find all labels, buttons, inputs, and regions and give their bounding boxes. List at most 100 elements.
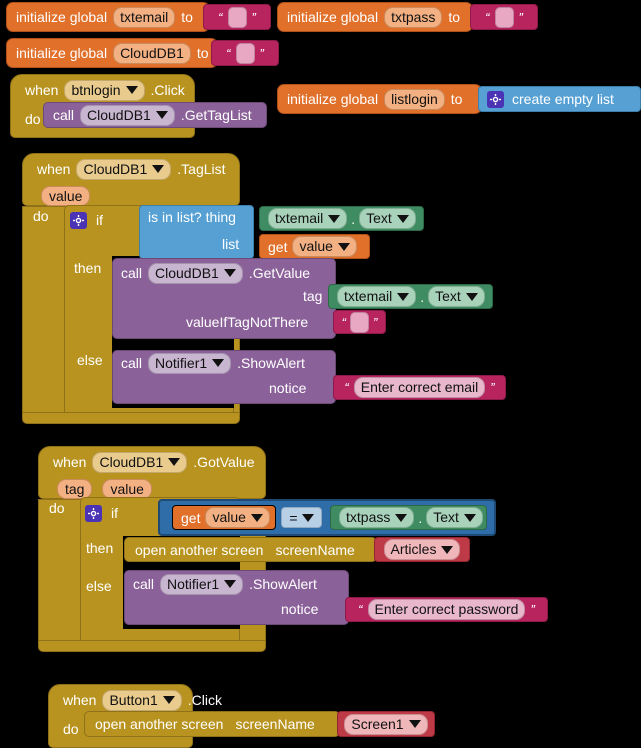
component-dropdown-clouddb1[interactable]: CloudDB1: [80, 104, 175, 126]
open-another-screen-screen1[interactable]: open another screen screenName: [84, 711, 340, 737]
component-dropdown-btnlogin[interactable]: btnlogin: [64, 79, 145, 101]
chevron-down-icon[interactable]: [155, 111, 168, 119]
event-footer-gotvalue: [38, 640, 266, 652]
screen-dropdown-articles[interactable]: Articles: [383, 539, 461, 560]
chevron-down-icon[interactable]: [328, 214, 341, 223]
method-name: .GetTagList: [180, 107, 252, 123]
variable-dropdown-value[interactable]: value: [292, 236, 357, 257]
chevron-down-icon[interactable]: [168, 458, 181, 466]
component-dropdown-clouddb1[interactable]: CloudDB1: [76, 158, 172, 180]
open-quote-icon: “: [344, 380, 349, 395]
block-initialize-global-txtemail[interactable]: initialize global txtemail to: [6, 2, 210, 32]
chevron-down-icon[interactable]: [224, 580, 237, 588]
initialize-global-keyword: initialize global: [16, 45, 108, 61]
empty-text-string-txtemail[interactable]: “ ”: [203, 4, 271, 30]
global-name-field[interactable]: txtemail: [113, 6, 176, 28]
call-keyword: call: [121, 355, 143, 371]
chevron-down-icon[interactable]: [250, 513, 263, 522]
open-quote-icon: “: [485, 9, 490, 25]
is-in-list-thing-row: is in list? thing: [148, 209, 236, 227]
chevron-down-icon[interactable]: [408, 720, 421, 728]
close-quote-icon: ”: [259, 45, 264, 61]
screen-dropdown-screen1[interactable]: Screen1: [344, 713, 428, 735]
variable-name: value: [299, 238, 333, 254]
screen-name-block-articles[interactable]: Articles: [374, 537, 470, 562]
get-variable-value-taglist[interactable]: get value: [259, 234, 370, 259]
component-dropdown-txtpass[interactable]: txtpass: [339, 507, 415, 528]
blocks-workspace[interactable]: initialize global txtemail to “ ” initia…: [0, 0, 641, 748]
event-param-value[interactable]: value: [102, 478, 152, 499]
property-dropdown-text[interactable]: Text: [359, 208, 416, 229]
block-initialize-global-listlogin[interactable]: initialize global listlogin to: [277, 84, 482, 114]
operator-dropdown-equals[interactable]: =: [281, 507, 322, 528]
chevron-down-icon[interactable]: [465, 292, 478, 301]
chevron-down-icon[interactable]: [337, 242, 350, 251]
event-block-clouddb1-taglist[interactable]: when CloudDB1 .TagList value: [22, 153, 240, 206]
chevron-down-icon[interactable]: [152, 165, 165, 173]
text-value-field[interactable]: Enter correct password: [367, 599, 526, 620]
initialize-global-keyword: initialize global: [287, 91, 379, 107]
event-name: .Click: [187, 692, 222, 708]
component-dropdown-clouddb1[interactable]: CloudDB1: [148, 262, 243, 284]
component-dropdown-txtemail[interactable]: txtemail: [337, 286, 417, 307]
when-keyword: when: [53, 454, 87, 470]
text-value-field[interactable]: [350, 311, 369, 333]
component-dropdown-button1[interactable]: Button1: [102, 689, 182, 711]
text-string-enter-correct-password[interactable]: “ Enter correct password ”: [345, 597, 548, 622]
component-getter-txtemail-text[interactable]: txtemail . Text: [259, 206, 424, 231]
get-variable-value-gotvalue[interactable]: get value: [172, 505, 276, 530]
create-empty-list-label: create empty list: [512, 91, 614, 107]
chevron-down-icon[interactable]: [463, 513, 476, 522]
component-dropdown-notifier1[interactable]: Notifier1: [148, 352, 232, 374]
variable-dropdown-value[interactable]: value: [205, 507, 270, 528]
component-getter-txtemail-text-tag[interactable]: txtemail . Text: [328, 284, 493, 309]
empty-text-string-txtpass[interactable]: “ ”: [470, 4, 538, 30]
component-name: CloudDB1: [87, 106, 151, 123]
close-quote-icon: ”: [490, 380, 495, 395]
chevron-down-icon[interactable]: [441, 545, 454, 554]
empty-text-string-clouddb1[interactable]: “ ”: [211, 40, 279, 66]
mutator-gear-icon[interactable]: [85, 504, 102, 522]
mutator-gear-icon[interactable]: [70, 211, 87, 229]
screen-name-block-screen1[interactable]: Screen1: [337, 711, 435, 737]
open-another-screen-articles[interactable]: open another screen screenName: [124, 537, 377, 562]
chevron-down-icon[interactable]: [301, 513, 314, 522]
component-getter-txtpass-text[interactable]: txtpass . Text: [330, 505, 487, 530]
component-dropdown-notifier1[interactable]: Notifier1: [160, 573, 244, 595]
chevron-down-icon[interactable]: [395, 513, 408, 522]
event-param-value[interactable]: value: [41, 185, 91, 206]
text-value-field[interactable]: Enter correct email: [353, 377, 486, 398]
component-dropdown-clouddb1[interactable]: CloudDB1: [92, 451, 188, 473]
call-clouddb1-gettaglist[interactable]: call CloudDB1 .GetTagList: [43, 102, 267, 128]
mutator-gear-icon[interactable]: [487, 90, 504, 108]
create-empty-list-block[interactable]: create empty list: [478, 86, 641, 112]
chevron-down-icon[interactable]: [397, 292, 410, 301]
showalert-notice-label-wrap-email: notice: [269, 380, 306, 398]
component-name: txtemail: [344, 288, 393, 304]
text-string-enter-correct-email[interactable]: “ Enter correct email ”: [333, 375, 506, 400]
else-label-wrap: else: [77, 352, 103, 370]
empty-text-string-valueiftagnotthere[interactable]: “ ”: [333, 310, 386, 334]
global-name-field[interactable]: CloudDB1: [113, 42, 191, 64]
dot-separator: .: [351, 210, 356, 227]
chevron-down-icon[interactable]: [162, 696, 175, 704]
global-name-field[interactable]: listlogin: [384, 88, 445, 110]
property-dropdown-text[interactable]: Text: [426, 507, 483, 528]
text-value-field[interactable]: [235, 42, 255, 64]
property-name: Text: [366, 210, 392, 226]
when-keyword: when: [37, 161, 71, 177]
event-block-clouddb1-gotvalue[interactable]: when CloudDB1 .GotValue tag value: [38, 446, 266, 499]
chevron-down-icon[interactable]: [125, 86, 138, 94]
component-dropdown-txtemail[interactable]: txtemail: [268, 208, 348, 229]
global-name-field[interactable]: txtpass: [384, 6, 443, 28]
text-value-field[interactable]: [227, 6, 247, 28]
event-param-tag[interactable]: tag: [57, 478, 93, 499]
do-label-gotvalue-wrap: do: [49, 500, 65, 518]
chevron-down-icon[interactable]: [212, 359, 225, 367]
property-dropdown-text[interactable]: Text: [428, 286, 485, 307]
block-initialize-global-txtpass[interactable]: initialize global txtpass to: [277, 2, 473, 32]
chevron-down-icon[interactable]: [396, 214, 409, 223]
block-initialize-global-clouddb1[interactable]: initialize global CloudDB1 to: [6, 38, 218, 68]
chevron-down-icon[interactable]: [223, 269, 236, 277]
text-value-field[interactable]: [494, 6, 514, 28]
